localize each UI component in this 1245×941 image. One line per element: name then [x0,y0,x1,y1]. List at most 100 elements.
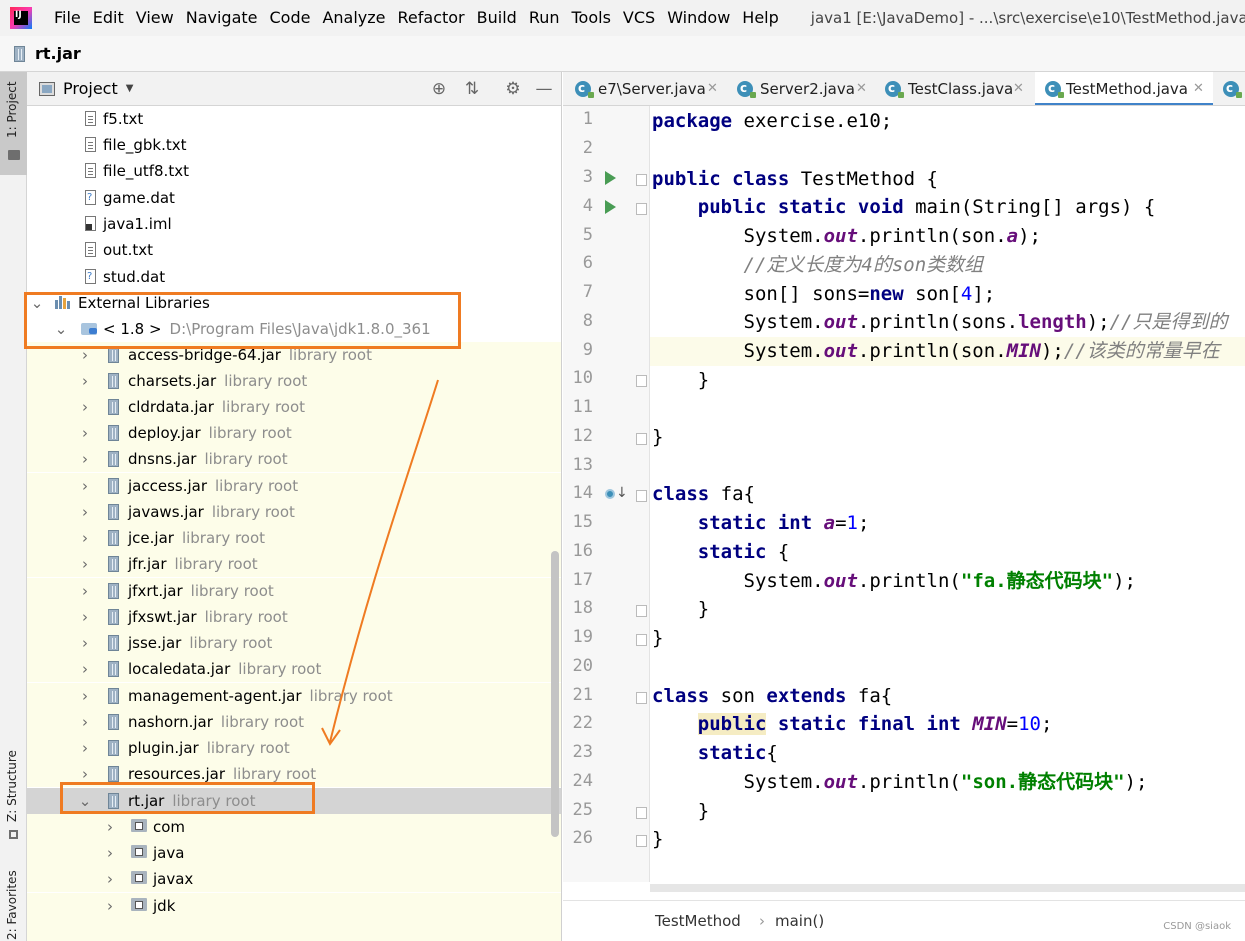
chevron-right-icon[interactable]: › [78,368,92,394]
menu-tools[interactable]: Tools [566,0,617,36]
menu-vcs[interactable]: VCS [617,0,661,36]
tool-tab-project[interactable]: 1: Project [0,72,27,175]
chevron-right-icon[interactable]: › [78,735,92,761]
library-root-hint: library root [189,634,273,652]
tree-item-file[interactable]: file_gbk.txt [27,132,561,158]
tree-item-jar[interactable]: › cldrdata.jar library root [27,394,561,420]
nav-breadcrumb-rt-jar[interactable]: rt.jar [35,44,81,63]
fold-icon[interactable] [636,433,647,445]
tree-item-jar[interactable]: › deploy.jar library root [27,420,561,446]
run-icon[interactable] [605,171,616,185]
tree-item-jar[interactable]: › javaws.jar library root [27,499,561,525]
editor-tab-testmethod[interactable]: TestMethod.java ✕ [1035,72,1213,105]
menu-run[interactable]: Run [523,0,566,36]
tree-item-file[interactable]: file_utf8.txt [27,158,561,184]
horizontal-scrollbar[interactable] [650,884,1245,892]
menu-window[interactable]: Window [661,0,736,36]
tree-item-jar[interactable]: › jfr.jar library root [27,551,561,577]
chevron-right-icon[interactable]: › [78,551,92,577]
tree-item-jar[interactable]: › jfxrt.jar library root [27,578,561,604]
chevron-right-icon[interactable]: › [78,525,92,551]
close-icon[interactable]: ✕ [1193,72,1204,105]
tree-item-package[interactable]: › jdk [27,893,561,919]
tree-item-jar[interactable]: › nashorn.jar library root [27,709,561,735]
code-line: } [697,369,710,391]
collapse-all-icon[interactable]: ⇅ [462,79,482,99]
tree-item-label: charsets.jar [128,372,217,390]
chevron-right-icon[interactable]: › [78,656,92,682]
fold-icon[interactable] [636,807,647,819]
menu-build[interactable]: Build [471,0,523,36]
chevron-right-icon[interactable]: › [78,499,92,525]
fold-icon[interactable] [636,605,647,617]
chevron-down-icon[interactable]: ▼ [126,83,134,94]
subclass-marker-icon[interactable] [605,489,615,499]
code-area[interactable]: package exercise.e10; public class TestM… [650,106,1245,882]
tree-item-package[interactable]: › com [27,814,561,840]
tree-scrollbar[interactable] [551,551,559,837]
chevron-right-icon[interactable]: › [78,578,92,604]
chevron-right-icon[interactable]: › [78,473,92,499]
tree-item-jar[interactable]: › jce.jar library root [27,525,561,551]
menu-analyze[interactable]: Analyze [316,0,391,36]
tree-item-jar[interactable]: › management-agent.jar library root [27,683,561,709]
menu-view[interactable]: View [130,0,180,36]
tree-item-file[interactable]: out.txt [27,237,561,263]
menu-file[interactable]: File [48,0,87,36]
fold-icon[interactable] [636,174,647,186]
fold-icon[interactable] [636,490,647,502]
chevron-right-icon[interactable]: › [78,394,92,420]
hide-panel-icon[interactable]: — [534,79,554,99]
close-icon[interactable]: ✕ [707,72,718,105]
menu-edit[interactable]: Edit [87,0,130,36]
fold-icon[interactable] [636,634,647,646]
chevron-right-icon[interactable]: › [78,683,92,709]
project-view-selector[interactable]: Project [63,79,118,98]
editor-tab-testclass[interactable]: TestClass.java ✕ [875,72,1035,105]
fold-icon[interactable] [636,835,647,847]
editor-tab-server[interactable]: e7\Server.java ✕ [563,72,727,105]
breadcrumb-method[interactable]: main() [775,912,824,930]
editor-tab-overflow[interactable] [1217,72,1245,105]
chevron-right-icon[interactable]: › [78,630,92,656]
tree-item-jar[interactable]: › jsse.jar library root [27,630,561,656]
tree-item-jar[interactable]: › charsets.jar library root [27,368,561,394]
fold-icon[interactable] [636,692,647,704]
tree-item-jar[interactable]: › dnsns.jar library root [27,446,561,472]
tree-item-label: out.txt [103,241,153,259]
tree-item-package[interactable]: › java [27,840,561,866]
chevron-right-icon[interactable]: › [78,709,92,735]
chevron-right-icon[interactable]: › [78,446,92,472]
chevron-right-icon[interactable]: › [78,604,92,630]
project-tree[interactable]: f5.txt file_gbk.txt file_utf8.txt game.d… [27,106,561,941]
chevron-right-icon[interactable]: › [103,893,117,919]
tree-item-file[interactable]: game.dat [27,185,561,211]
tree-item-file[interactable]: f5.txt [27,106,561,132]
tree-item-jar[interactable]: › jaccess.jar library root [27,473,561,499]
breadcrumb-class[interactable]: TestMethod [655,912,741,930]
tool-tab-structure[interactable]: Z: Structure [0,742,27,852]
fold-icon[interactable] [636,375,647,387]
tree-item-jar[interactable]: › jfxswt.jar library root [27,604,561,630]
chevron-right-icon[interactable]: › [103,814,117,840]
tree-item-jar[interactable]: › plugin.jar library root [27,735,561,761]
chevron-right-icon[interactable]: › [78,420,92,446]
tree-item-jar[interactable]: › localedata.jar library root [27,656,561,682]
menu-help[interactable]: Help [736,0,784,36]
gear-icon[interactable]: ⚙ [503,79,523,99]
tool-tab-favorites[interactable]: 2: Favorites [0,862,27,941]
menu-navigate[interactable]: Navigate [180,0,264,36]
editor-tab-server2[interactable]: Server2.java ✕ [727,72,875,105]
tree-item-file[interactable]: java1.iml [27,211,561,237]
tree-item-package[interactable]: › javax [27,866,561,892]
close-icon[interactable]: ✕ [1013,72,1024,105]
chevron-right-icon[interactable]: › [103,840,117,866]
run-icon[interactable] [605,200,616,214]
tree-item-file[interactable]: stud.dat [27,264,561,290]
locate-file-icon[interactable]: ⊕ [429,79,449,99]
fold-icon[interactable] [636,203,647,215]
chevron-right-icon[interactable]: › [103,866,117,892]
close-icon[interactable]: ✕ [856,72,867,105]
menu-refactor[interactable]: Refactor [392,0,471,36]
menu-code[interactable]: Code [264,0,317,36]
